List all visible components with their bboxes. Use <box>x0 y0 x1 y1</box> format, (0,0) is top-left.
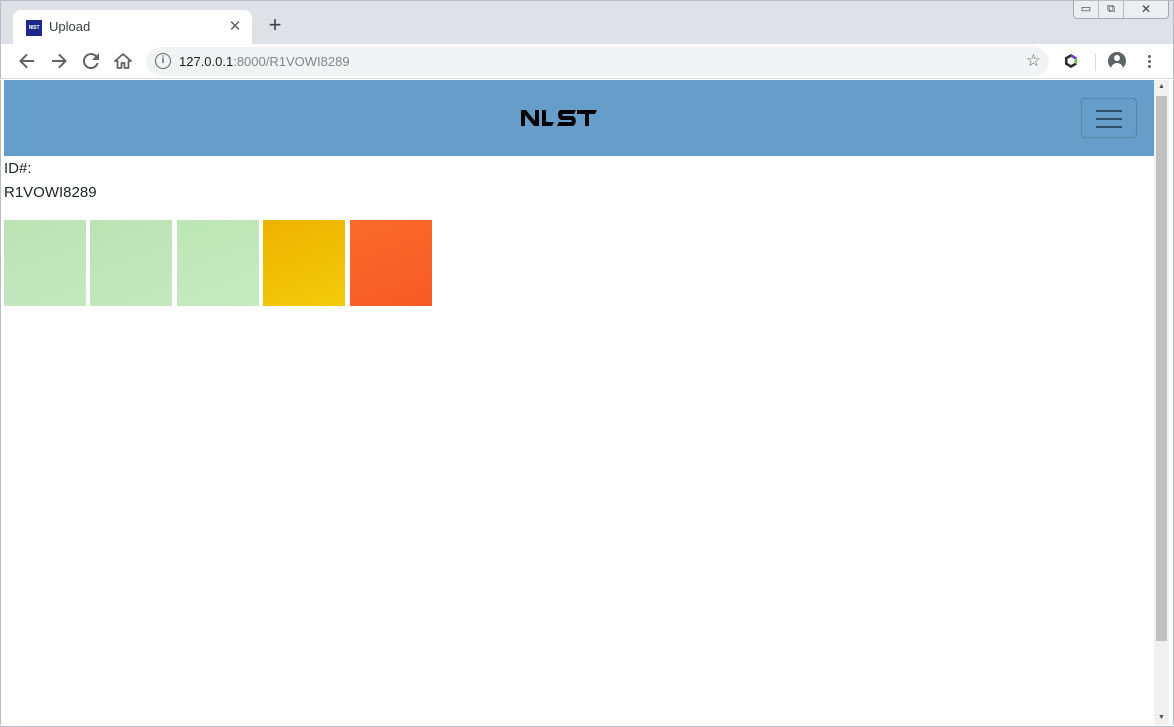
new-tab-button[interactable]: + <box>264 14 286 37</box>
toolbar-divider <box>1095 53 1096 71</box>
close-window-button[interactable]: ✕ <box>1124 1 1168 18</box>
page-viewport: ID#: R1VOWI8289 <box>4 80 1154 725</box>
window-controls: ▭ ⧉ ✕ <box>1073 1 1169 19</box>
tab-title: Upload <box>49 19 91 34</box>
back-icon[interactable] <box>15 49 39 73</box>
color-swatch[interactable] <box>90 220 172 306</box>
id-value: R1VOWI8289 <box>4 184 97 201</box>
navbar-toggle-button[interactable] <box>1081 98 1137 138</box>
scroll-down-arrow-icon[interactable]: ▼ <box>1154 711 1169 725</box>
color-swatch[interactable] <box>263 220 345 306</box>
scroll-up-arrow-icon[interactable]: ▲ <box>1154 80 1169 94</box>
url-path: :8000/R1VOWI8289 <box>233 54 350 69</box>
window-frame-right <box>1169 80 1174 727</box>
browser-titlebar: NIST Upload ✕ + ▭ ⧉ ✕ <box>0 0 1174 45</box>
site-header <box>4 80 1154 156</box>
site-info-icon[interactable]: i <box>155 53 171 69</box>
close-tab-icon[interactable]: ✕ <box>226 18 244 36</box>
restore-button[interactable]: ⧉ <box>1099 1 1124 18</box>
color-swatch[interactable] <box>177 220 259 306</box>
profile-icon[interactable] <box>1108 52 1126 70</box>
vertical-scrollbar[interactable]: ▲ ▼ <box>1154 80 1169 725</box>
nist-logo[interactable] <box>521 109 599 132</box>
browser-toolbar: i 127.0.0.1:8000/R1VOWI8289 ☆ <box>0 44 1174 79</box>
forward-icon[interactable] <box>47 49 71 73</box>
scrollbar-thumb[interactable] <box>1156 96 1167 641</box>
extension-icon[interactable] <box>1063 53 1079 69</box>
nist-favicon-icon: NIST <box>26 20 42 36</box>
url-text[interactable]: 127.0.0.1:8000/R1VOWI8289 <box>179 54 350 69</box>
address-bar[interactable]: i 127.0.0.1:8000/R1VOWI8289 ☆ <box>146 47 1049 76</box>
id-label: ID#: <box>4 160 32 177</box>
reload-icon[interactable] <box>79 49 103 73</box>
minimize-button[interactable]: ▭ <box>1074 1 1099 18</box>
menu-icon[interactable] <box>1141 53 1157 71</box>
color-swatch[interactable] <box>4 220 86 306</box>
url-host: 127.0.0.1 <box>179 54 234 69</box>
color-swatch[interactable] <box>350 220 432 306</box>
home-icon[interactable] <box>111 49 135 73</box>
bookmark-star-icon[interactable]: ☆ <box>1026 51 1041 71</box>
browser-tab[interactable]: NIST Upload ✕ <box>13 10 252 45</box>
